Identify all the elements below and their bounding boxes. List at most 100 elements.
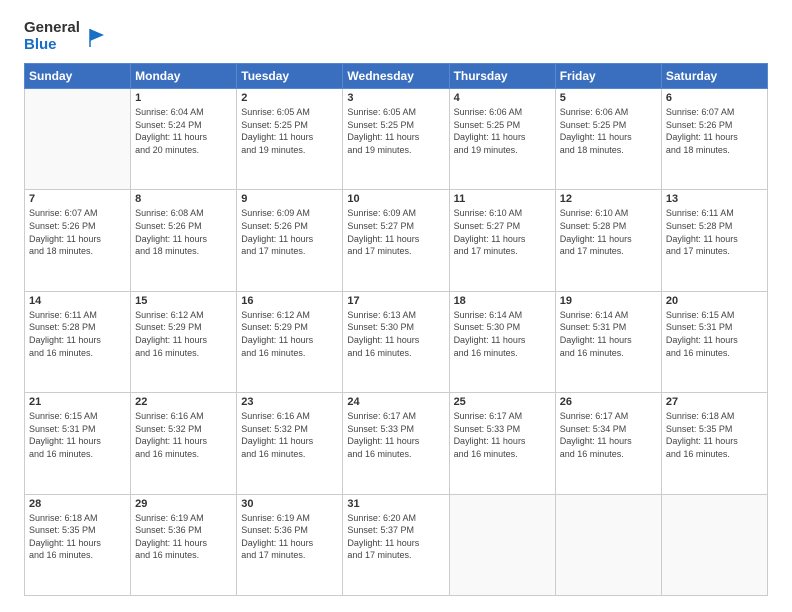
day-info: Sunrise: 6:11 AM Sunset: 5:28 PM Dayligh… [666,207,763,257]
calendar-week-4: 21 Sunrise: 6:15 AM Sunset: 5:31 PM Dayli… [25,393,768,494]
calendar-cell: 15 Sunrise: 6:12 AM Sunset: 5:29 PM Dayli… [131,291,237,392]
day-info: Sunrise: 6:05 AM Sunset: 5:25 PM Dayligh… [347,106,444,156]
day-info: Sunrise: 6:17 AM Sunset: 5:34 PM Dayligh… [560,410,657,460]
day-info: Sunrise: 6:09 AM Sunset: 5:26 PM Dayligh… [241,207,338,257]
day-info: Sunrise: 6:11 AM Sunset: 5:28 PM Dayligh… [29,309,126,359]
day-number: 28 [29,498,126,510]
day-info: Sunrise: 6:10 AM Sunset: 5:28 PM Dayligh… [560,207,657,257]
day-number: 12 [560,193,657,205]
day-number: 24 [347,396,444,408]
day-info: Sunrise: 6:15 AM Sunset: 5:31 PM Dayligh… [666,309,763,359]
col-header-wednesday: Wednesday [343,64,449,89]
calendar-cell: 11 Sunrise: 6:10 AM Sunset: 5:27 PM Dayli… [449,190,555,291]
calendar-cell: 26Sunrise: 6:17 AM Sunset: 5:34 PM Dayli… [555,393,661,494]
col-header-sunday: Sunday [25,64,131,89]
logo: General Blue [24,20,108,53]
calendar-cell [555,494,661,595]
day-info: Sunrise: 6:19 AM Sunset: 5:36 PM Dayligh… [135,512,232,562]
day-info: Sunrise: 6:05 AM Sunset: 5:25 PM Dayligh… [241,106,338,156]
calendar-cell: 8 Sunrise: 6:08 AM Sunset: 5:26 PM Daylig… [131,190,237,291]
day-info: Sunrise: 6:20 AM Sunset: 5:37 PM Dayligh… [347,512,444,562]
calendar-cell: 17Sunrise: 6:13 AM Sunset: 5:30 PM Dayli… [343,291,449,392]
calendar-cell [25,89,131,190]
day-number: 9 [241,193,338,205]
header: General Blue [24,20,768,53]
day-info: Sunrise: 6:13 AM Sunset: 5:30 PM Dayligh… [347,309,444,359]
day-number: 21 [29,396,126,408]
calendar-cell: 13 Sunrise: 6:11 AM Sunset: 5:28 PM Dayli… [661,190,767,291]
calendar-cell: 14 Sunrise: 6:11 AM Sunset: 5:28 PM Dayli… [25,291,131,392]
day-number: 1 [135,92,232,104]
page: General Blue SundayMondayTuesdayWednesda… [0,0,792,612]
day-number: 18 [454,295,551,307]
logo-blue: Blue [24,37,80,54]
day-number: 8 [135,193,232,205]
calendar-cell: 23 Sunrise: 6:16 AM Sunset: 5:32 PM Dayli… [237,393,343,494]
day-number: 25 [454,396,551,408]
calendar-cell: 4 Sunrise: 6:06 AM Sunset: 5:25 PM Daylig… [449,89,555,190]
calendar-cell: 24 Sunrise: 6:17 AM Sunset: 5:33 PM Dayli… [343,393,449,494]
day-info: Sunrise: 6:17 AM Sunset: 5:33 PM Dayligh… [347,410,444,460]
calendar-cell: 9 Sunrise: 6:09 AM Sunset: 5:26 PM Daylig… [237,190,343,291]
calendar-cell [661,494,767,595]
day-info: Sunrise: 6:07 AM Sunset: 5:26 PM Dayligh… [666,106,763,156]
day-number: 6 [666,92,763,104]
calendar-cell: 18 Sunrise: 6:14 AM Sunset: 5:30 PM Dayli… [449,291,555,392]
day-info: Sunrise: 6:07 AM Sunset: 5:26 PM Dayligh… [29,207,126,257]
day-info: Sunrise: 6:08 AM Sunset: 5:26 PM Dayligh… [135,207,232,257]
day-info: Sunrise: 6:06 AM Sunset: 5:25 PM Dayligh… [454,106,551,156]
col-header-saturday: Saturday [661,64,767,89]
day-info: Sunrise: 6:18 AM Sunset: 5:35 PM Dayligh… [666,410,763,460]
day-info: Sunrise: 6:16 AM Sunset: 5:32 PM Dayligh… [241,410,338,460]
calendar-cell: 29 Sunrise: 6:19 AM Sunset: 5:36 PM Dayli… [131,494,237,595]
logo-flag-icon [86,27,108,49]
calendar-week-1: 1 Sunrise: 6:04 AM Sunset: 5:24 PM Daylig… [25,89,768,190]
calendar-cell: 25Sunrise: 6:17 AM Sunset: 5:33 PM Dayli… [449,393,555,494]
calendar-cell: 27 Sunrise: 6:18 AM Sunset: 5:35 PM Dayli… [661,393,767,494]
day-number: 22 [135,396,232,408]
day-number: 2 [241,92,338,104]
calendar-cell: 12 Sunrise: 6:10 AM Sunset: 5:28 PM Dayli… [555,190,661,291]
day-info: Sunrise: 6:12 AM Sunset: 5:29 PM Dayligh… [241,309,338,359]
day-info: Sunrise: 6:15 AM Sunset: 5:31 PM Dayligh… [29,410,126,460]
col-header-monday: Monday [131,64,237,89]
logo-general: General [24,20,80,37]
day-number: 31 [347,498,444,510]
calendar-cell: 20Sunrise: 6:15 AM Sunset: 5:31 PM Dayli… [661,291,767,392]
day-info: Sunrise: 6:18 AM Sunset: 5:35 PM Dayligh… [29,512,126,562]
day-number: 15 [135,295,232,307]
day-info: Sunrise: 6:12 AM Sunset: 5:29 PM Dayligh… [135,309,232,359]
calendar-cell: 2 Sunrise: 6:05 AM Sunset: 5:25 PM Daylig… [237,89,343,190]
day-number: 11 [454,193,551,205]
day-info: Sunrise: 6:04 AM Sunset: 5:24 PM Dayligh… [135,106,232,156]
calendar-cell: 7Sunrise: 6:07 AM Sunset: 5:26 PM Daylig… [25,190,131,291]
calendar-cell: 21 Sunrise: 6:15 AM Sunset: 5:31 PM Dayli… [25,393,131,494]
calendar-header-row: SundayMondayTuesdayWednesdayThursdayFrid… [25,64,768,89]
calendar-cell: 30Sunrise: 6:19 AM Sunset: 5:36 PM Dayli… [237,494,343,595]
day-info: Sunrise: 6:10 AM Sunset: 5:27 PM Dayligh… [454,207,551,257]
day-number: 29 [135,498,232,510]
day-number: 10 [347,193,444,205]
day-info: Sunrise: 6:16 AM Sunset: 5:32 PM Dayligh… [135,410,232,460]
day-info: Sunrise: 6:14 AM Sunset: 5:30 PM Dayligh… [454,309,551,359]
day-number: 4 [454,92,551,104]
calendar-table: SundayMondayTuesdayWednesdayThursdayFrid… [24,63,768,596]
calendar-week-3: 14 Sunrise: 6:11 AM Sunset: 5:28 PM Dayli… [25,291,768,392]
col-header-thursday: Thursday [449,64,555,89]
col-header-tuesday: Tuesday [237,64,343,89]
day-number: 27 [666,396,763,408]
calendar-cell: 16Sunrise: 6:12 AM Sunset: 5:29 PM Dayli… [237,291,343,392]
day-number: 13 [666,193,763,205]
day-number: 5 [560,92,657,104]
day-info: Sunrise: 6:09 AM Sunset: 5:27 PM Dayligh… [347,207,444,257]
calendar-week-5: 28 Sunrise: 6:18 AM Sunset: 5:35 PM Dayli… [25,494,768,595]
day-number: 3 [347,92,444,104]
calendar-cell [449,494,555,595]
calendar-cell: 5Sunrise: 6:06 AM Sunset: 5:25 PM Daylig… [555,89,661,190]
col-header-friday: Friday [555,64,661,89]
day-info: Sunrise: 6:19 AM Sunset: 5:36 PM Dayligh… [241,512,338,562]
calendar-cell: 10 Sunrise: 6:09 AM Sunset: 5:27 PM Dayli… [343,190,449,291]
day-number: 14 [29,295,126,307]
calendar-week-2: 7Sunrise: 6:07 AM Sunset: 5:26 PM Daylig… [25,190,768,291]
day-number: 23 [241,396,338,408]
